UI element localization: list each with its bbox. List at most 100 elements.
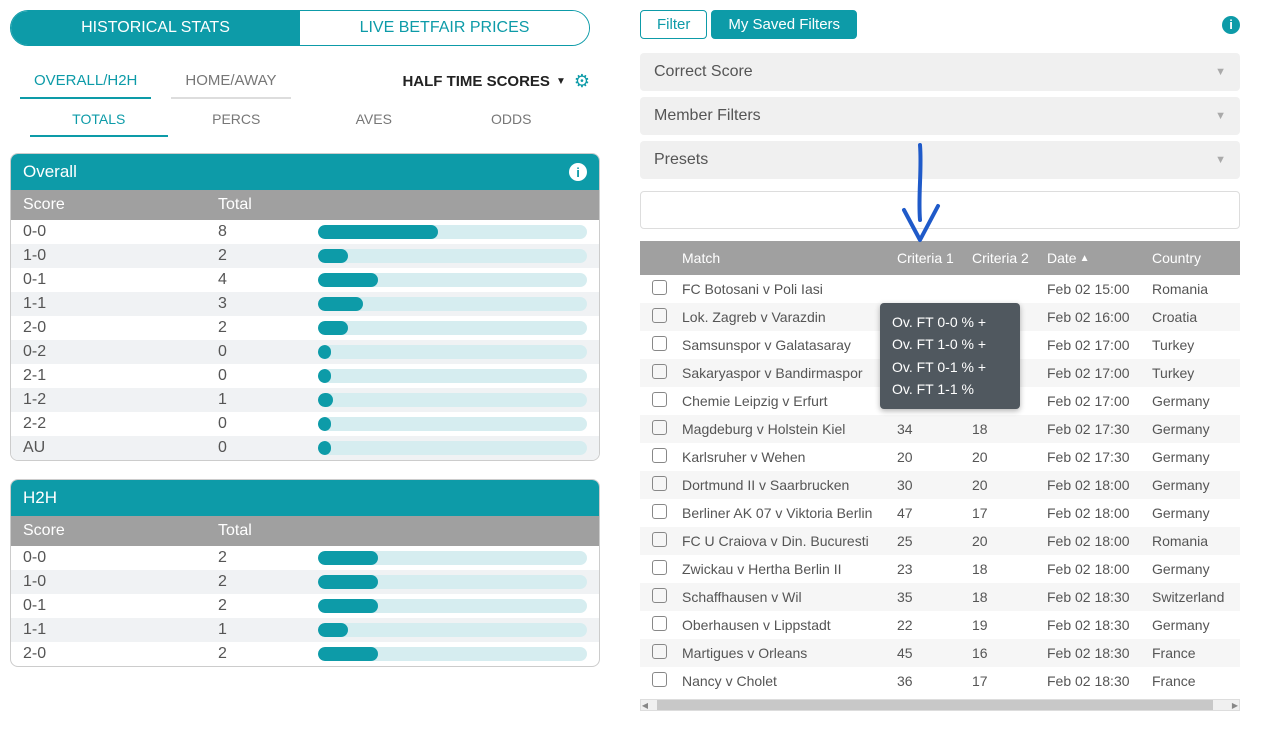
cell-criteria1	[893, 286, 968, 292]
cell-match: Karlsruher v Wehen	[678, 446, 893, 468]
row-checkbox[interactable]	[652, 504, 667, 519]
tooltip-line: Ov. FT 1-1 %	[892, 378, 1008, 400]
tab-aves[interactable]: AVES	[305, 103, 443, 137]
row-checkbox[interactable]	[652, 560, 667, 575]
cell-date: Feb 02 16:00	[1043, 306, 1148, 328]
col-match[interactable]: Match	[678, 247, 893, 269]
h2h-panel: H2H Score Total 0-021-020-121-112-02	[10, 479, 600, 667]
score-bar-track	[318, 345, 587, 359]
info-icon[interactable]: i	[569, 163, 587, 181]
cell-country: Germany	[1148, 390, 1232, 412]
score-label: 2-2	[23, 415, 218, 433]
score-bar-fill	[318, 599, 378, 613]
gear-icon[interactable]: ⚙	[574, 71, 590, 92]
cell-criteria2: 18	[968, 418, 1043, 440]
cell-criteria2: 20	[968, 474, 1043, 496]
tab-overall-h2h[interactable]: OVERALL/H2H	[20, 64, 151, 99]
filter-button[interactable]: Filter	[640, 10, 707, 39]
score-bar-track	[318, 273, 587, 287]
score-total: 1	[218, 391, 318, 409]
score-total: 0	[218, 367, 318, 385]
table-row: FC Botosani v Poli IasiFeb 02 15:00Roman…	[640, 275, 1240, 303]
tab-home-away[interactable]: HOME/AWAY	[171, 64, 290, 99]
cell-country: Germany	[1148, 446, 1232, 468]
half-time-scores-label: HALF TIME SCORES	[402, 73, 550, 90]
score-label: 1-1	[23, 621, 218, 639]
cell-country: Turkey	[1148, 334, 1232, 356]
saved-filters-button[interactable]: My Saved Filters	[711, 10, 857, 39]
score-row: 0-12	[11, 594, 599, 618]
cell-criteria2: 20	[968, 446, 1043, 468]
score-bar-fill	[318, 623, 348, 637]
row-checkbox[interactable]	[652, 420, 667, 435]
row-checkbox[interactable]	[652, 588, 667, 603]
row-checkbox[interactable]	[652, 364, 667, 379]
cell-criteria1: 20	[893, 446, 968, 468]
score-bar-track	[318, 393, 587, 407]
tab-percs[interactable]: PERCS	[168, 103, 306, 137]
cell-date: Feb 02 18:00	[1043, 558, 1148, 580]
score-label: 2-0	[23, 645, 218, 663]
cell-country: Switzerland	[1148, 586, 1232, 608]
cell-match: Sakaryaspor v Bandirmaspor	[678, 362, 893, 384]
score-bar-fill	[318, 249, 348, 263]
table-row: Karlsruher v Wehen2020Feb 02 17:30German…	[640, 443, 1240, 471]
col-criteria1[interactable]: Criteria 1	[893, 247, 968, 269]
horizontal-scrollbar[interactable]: ◀ ▶	[640, 699, 1240, 711]
col-country[interactable]: Country	[1148, 247, 1232, 269]
cell-date: Feb 02 18:30	[1043, 642, 1148, 664]
score-total: 2	[218, 597, 318, 615]
row-checkbox[interactable]	[652, 532, 667, 547]
live-betfair-prices-tab[interactable]: LIVE BETFAIR PRICES	[300, 11, 589, 45]
tab-odds[interactable]: ODDS	[443, 103, 581, 137]
row-checkbox[interactable]	[652, 616, 667, 631]
score-total: 4	[218, 271, 318, 289]
score-label: AU	[23, 439, 218, 457]
cell-match: Dortmund II v Saarbrucken	[678, 474, 893, 496]
accordion-member-filters[interactable]: Member Filters▼	[640, 97, 1240, 135]
historical-stats-tab[interactable]: HISTORICAL STATS	[11, 11, 300, 45]
score-row: AU0	[11, 436, 599, 460]
col-criteria2[interactable]: Criteria 2	[968, 247, 1043, 269]
score-total: 2	[218, 573, 318, 591]
score-row: 1-02	[11, 244, 599, 268]
cell-criteria1: 22	[893, 614, 968, 636]
score-bar-fill	[318, 321, 348, 335]
row-checkbox[interactable]	[652, 644, 667, 659]
row-checkbox[interactable]	[652, 392, 667, 407]
row-checkbox[interactable]	[652, 308, 667, 323]
score-label: 0-2	[23, 343, 218, 361]
score-total: 8	[218, 223, 318, 241]
sort-asc-icon: ▲	[1080, 253, 1090, 264]
row-checkbox[interactable]	[652, 448, 667, 463]
row-checkbox[interactable]	[652, 476, 667, 491]
accordion-correct-score[interactable]: Correct Score▼	[640, 53, 1240, 91]
row-checkbox[interactable]	[652, 672, 667, 687]
row-checkbox[interactable]	[652, 336, 667, 351]
accordion-presets[interactable]: Presets▼	[640, 141, 1240, 179]
score-bar-track	[318, 297, 587, 311]
scrollbar-thumb[interactable]	[657, 700, 1213, 710]
cell-country: Germany	[1148, 614, 1232, 636]
cell-match: Magdeburg v Holstein Kiel	[678, 418, 893, 440]
scroll-left-icon[interactable]: ◀	[641, 701, 649, 710]
cell-date: Feb 02 18:00	[1043, 530, 1148, 552]
tab-totals[interactable]: TOTALS	[30, 103, 168, 137]
score-label: 0-0	[23, 223, 218, 241]
score-label: 1-0	[23, 573, 218, 591]
row-checkbox[interactable]	[652, 280, 667, 295]
info-icon[interactable]: i	[1222, 16, 1240, 34]
cell-criteria2: 18	[968, 558, 1043, 580]
score-label: 0-1	[23, 597, 218, 615]
col-date[interactable]: Date ▲	[1043, 247, 1148, 269]
score-total: 0	[218, 415, 318, 433]
tab-half-time-scores[interactable]: HALF TIME SCORES ▼	[402, 73, 565, 90]
table-row: Berliner AK 07 v Viktoria Berlin4717Feb …	[640, 499, 1240, 527]
accordion-label: Presets	[654, 151, 708, 169]
score-label: 0-1	[23, 271, 218, 289]
score-total: 2	[218, 247, 318, 265]
cell-match: Schaffhausen v Wil	[678, 586, 893, 608]
scroll-right-icon[interactable]: ▶	[1231, 701, 1239, 710]
score-row: 1-13	[11, 292, 599, 316]
filter-text-input[interactable]	[640, 191, 1240, 229]
